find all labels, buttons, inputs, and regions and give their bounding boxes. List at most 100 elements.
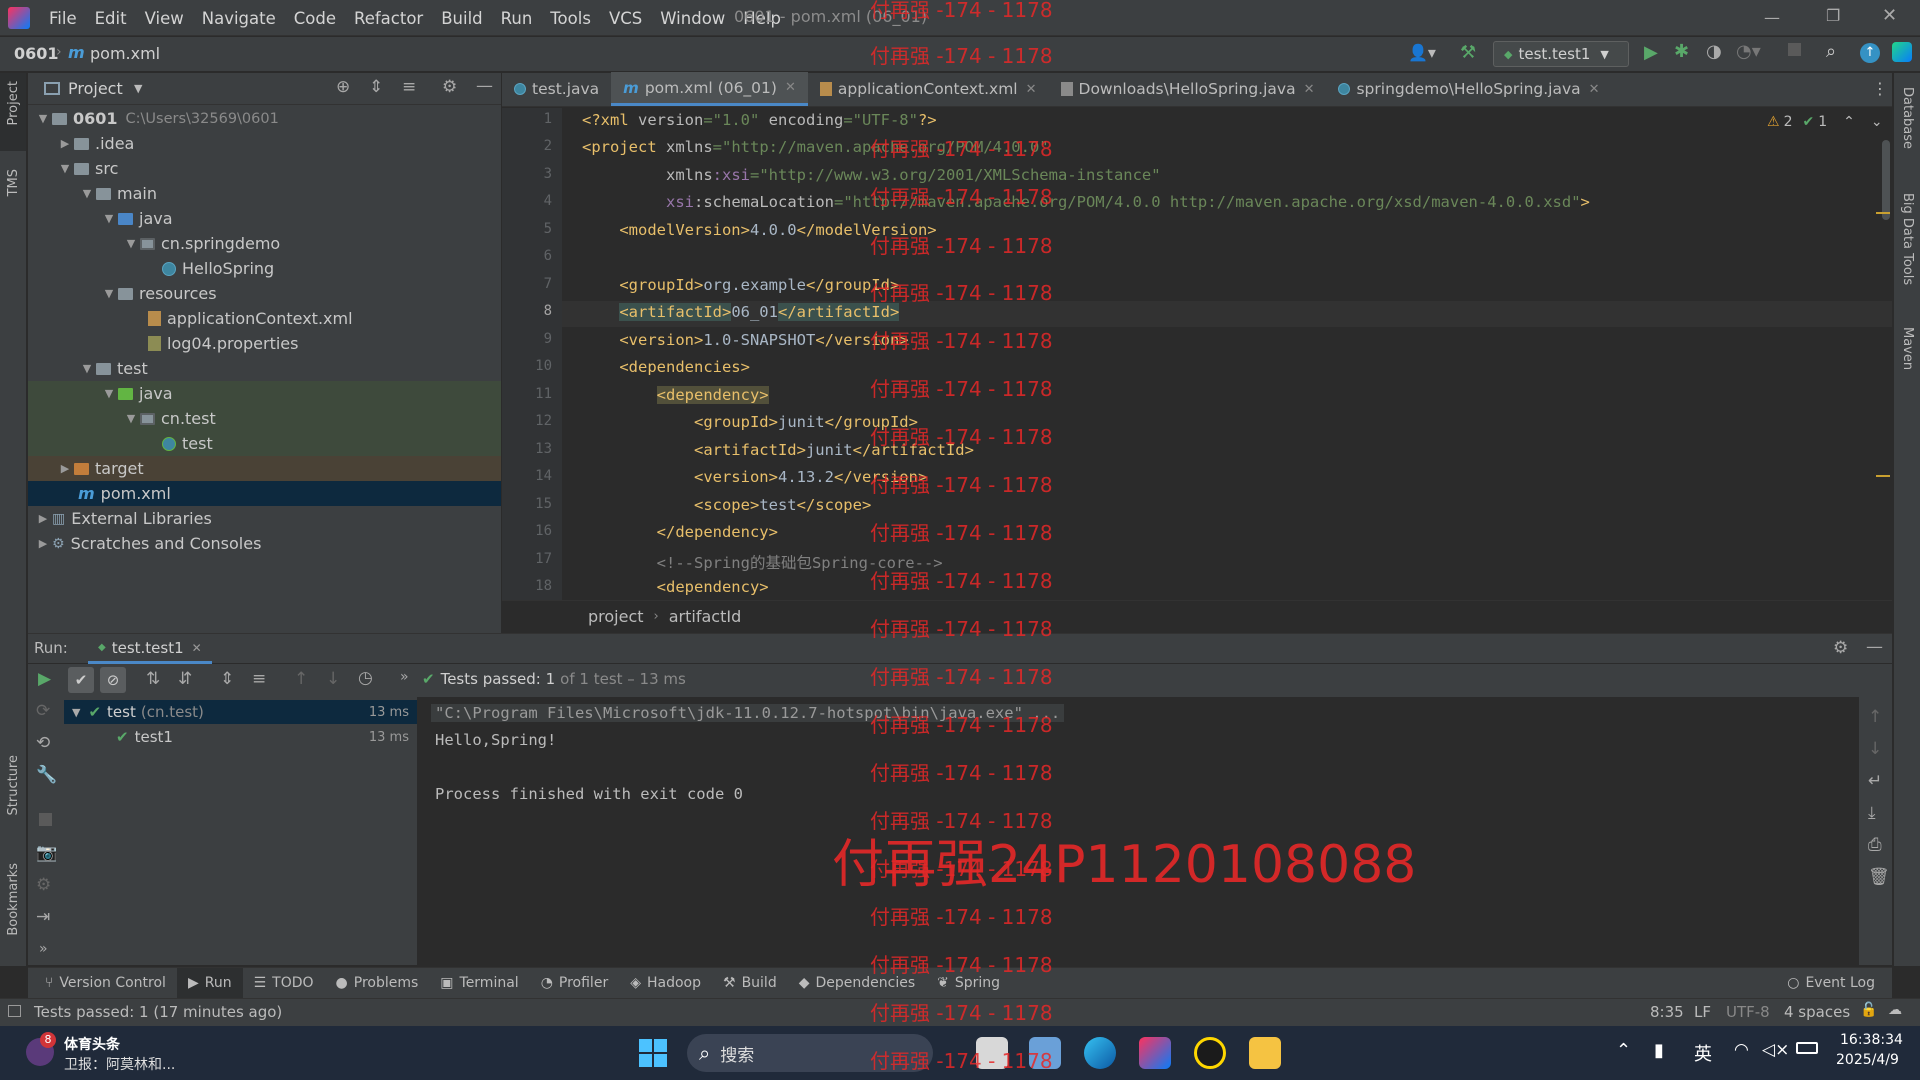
tab-hadoop[interactable]: ◈ Hadoop [619, 968, 712, 999]
arrow-down-icon[interactable]: ↓ [326, 669, 340, 689]
tab-spring[interactable]: ❦ Spring [926, 968, 1011, 999]
tree-item-class[interactable]: HelloSpring [28, 256, 501, 281]
tree-item-external-libraries[interactable]: ▶ ▥ External Libraries [28, 506, 501, 531]
menu-build[interactable]: Build [432, 9, 491, 28]
tree-item-resources[interactable]: ▼ resources [28, 281, 501, 306]
menu-edit[interactable]: Edit [86, 9, 136, 28]
breadcrumb-item-project[interactable]: project [588, 607, 644, 626]
search-icon[interactable]: ⌕ [1826, 41, 1836, 62]
tree-item-test-package[interactable]: ▼ cn.test [28, 406, 501, 431]
scroll-to-end-icon[interactable]: ⤓ [1868, 803, 1876, 823]
editor-scrollbar[interactable] [1882, 140, 1890, 220]
arrow-up-icon[interactable]: ↑ [1868, 707, 1882, 727]
collapse-all-icon[interactable]: ≡ [252, 669, 266, 689]
edge-icon[interactable] [1084, 1037, 1116, 1069]
tab-event-log[interactable]: ○ Event Log [1776, 968, 1886, 999]
nav-project[interactable]: 0601 [14, 44, 59, 63]
structure-tool-label[interactable]: Structure [6, 755, 21, 815]
tab-test-java[interactable]: test.java [502, 72, 611, 106]
tab-run[interactable]: ▶ Run [176, 967, 243, 999]
stop-icon[interactable] [39, 813, 52, 826]
start-button[interactable] [639, 1039, 667, 1067]
tab-downloads-hellospring[interactable]: Downloads\HelloSpring.java ✕ [1049, 72, 1327, 106]
intellij-icon[interactable] [1139, 1037, 1171, 1069]
stop-icon[interactable] [1788, 43, 1801, 56]
inspection-widget[interactable]: ⚠ 2 ✔ 1 ⌃ ⌄ [1767, 114, 1883, 130]
wrench-icon[interactable]: 🔧 [36, 765, 57, 785]
tree-item-java[interactable]: ▼ java [28, 206, 501, 231]
close-icon[interactable]: ✕ [1882, 5, 1897, 26]
tab-todo[interactable]: ☰ TODO [243, 968, 325, 999]
battery-icon[interactable] [1796, 1042, 1818, 1054]
show-ignored-toggle[interactable]: ⊘ [100, 667, 126, 693]
bigdata-tool-label[interactable]: Big Data Tools [1900, 193, 1915, 285]
project-tool-label[interactable]: Project [6, 81, 21, 125]
show-passed-toggle[interactable]: ✔ [68, 667, 94, 693]
close-tab-icon[interactable]: ✕ [192, 641, 202, 655]
test-row[interactable]: ▼ ✔ test (cn.test) 13 ms [64, 700, 417, 724]
hide-icon[interactable]: — [1866, 637, 1883, 657]
tree-item-src[interactable]: ▼ src [28, 156, 501, 181]
tree-item-main[interactable]: ▼ main [28, 181, 501, 206]
more-icon[interactable]: » [39, 941, 48, 957]
restore-icon[interactable]: ❐ [1826, 6, 1840, 25]
update-icon[interactable]: ↑ [1860, 43, 1880, 63]
more-icon[interactable]: » [400, 669, 409, 685]
coverage-icon[interactable]: ◑ [1706, 41, 1722, 62]
arrow-up-icon[interactable]: ↑ [294, 669, 308, 689]
tree-item-package[interactable]: ▼ cn.springdemo [28, 231, 501, 256]
indent-setting[interactable]: 4 spaces [1784, 1003, 1850, 1021]
widgets-icon[interactable] [1029, 1037, 1061, 1069]
tree-item-test[interactable]: ▼ test [28, 356, 501, 381]
minimize-icon[interactable]: — [1764, 8, 1780, 27]
expand-all-icon[interactable]: ⇕ [369, 77, 383, 97]
collapse-all-icon[interactable]: ≡ [402, 77, 416, 97]
volume-icon[interactable]: ◁× [1762, 1040, 1789, 1060]
chevron-down-icon[interactable]: ⌄ [1871, 114, 1883, 130]
tree-item-test-java[interactable]: ▼ java [28, 381, 501, 406]
caret-position[interactable]: 8:35 [1650, 1003, 1684, 1021]
close-tab-icon[interactable]: ✕ [785, 80, 796, 95]
menu-vcs[interactable]: VCS [600, 9, 651, 28]
code-editor[interactable]: <?xml version="1.0" encoding="UTF-8"?> <… [562, 108, 1892, 600]
locate-icon[interactable]: ⊕ [336, 77, 350, 97]
tab-springdemo-hellospring[interactable]: springdemo\HelloSpring.java ✕ [1326, 72, 1611, 106]
bookmarks-tool-label[interactable]: Bookmarks [6, 863, 21, 936]
chevron-up-icon[interactable]: ⌃ [1616, 1040, 1631, 1061]
profile-icon[interactable]: ◔▾ [1736, 41, 1761, 62]
rerun-failed-icon[interactable]: ⟳ [36, 701, 50, 721]
run-tab[interactable]: ◆ test.test1 ✕ [88, 634, 212, 664]
menu-code[interactable]: Code [285, 9, 345, 28]
intellij-logo[interactable] [8, 7, 30, 29]
console-output[interactable]: "C:\Program Files\Microsoft\jdk-11.0.12.… [419, 697, 1859, 965]
tree-item-properties[interactable]: log04.properties [28, 331, 501, 356]
more-tabs-icon[interactable]: ⋮ [1872, 79, 1888, 98]
project-panel-title[interactable]: Project [68, 79, 123, 98]
database-tool-label[interactable]: Database [1900, 87, 1915, 149]
print-icon[interactable]: ⎙ [1868, 835, 1882, 855]
exit-icon[interactable]: ⇥ [36, 907, 50, 927]
notifications-icon[interactable]: ☁ [1888, 1002, 1902, 1018]
wifi-icon[interactable]: ◠ [1734, 1040, 1749, 1060]
toggle-auto-test-icon[interactable]: ⟲ [36, 733, 50, 753]
tab-terminal[interactable]: ▣ Terminal [429, 968, 529, 999]
line-separator[interactable]: LF [1694, 1003, 1711, 1021]
nav-file[interactable]: pom.xml [90, 44, 160, 63]
chevron-up-icon[interactable]: ⌃ [1843, 114, 1855, 130]
breadcrumb-item-artifactid[interactable]: artifactId [669, 607, 741, 626]
tab-pom-xml[interactable]: m pom.xml (06_01) ✕ [611, 72, 808, 106]
plugin-icon[interactable] [1892, 42, 1912, 62]
expand-all-icon[interactable]: ⇕ [220, 669, 234, 689]
file-explorer-icon[interactable] [1249, 1037, 1281, 1069]
lock-icon[interactable]: 🔓 [1860, 1002, 1877, 1018]
clock-time[interactable]: 16:38:34 [1840, 1032, 1903, 1048]
rerun-icon[interactable]: ▶ [38, 669, 51, 689]
sort-alpha-icon[interactable]: ⇅ [146, 669, 160, 689]
tms-tool-label[interactable]: TMS [6, 169, 21, 196]
tree-item-root[interactable]: ▼ 0601 C:\Users\32569\0601 [28, 106, 501, 131]
run-icon[interactable]: ▶ [1644, 42, 1658, 63]
close-tab-icon[interactable]: ✕ [1026, 82, 1037, 97]
warning-marker[interactable] [1876, 212, 1890, 214]
tree-item-xml[interactable]: applicationContext.xml [28, 306, 501, 331]
menu-tools[interactable]: Tools [541, 9, 600, 28]
